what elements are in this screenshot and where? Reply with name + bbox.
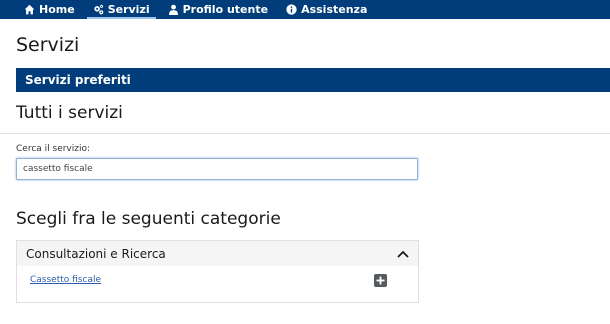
- service-link-cassetto-fiscale[interactable]: Cassetto fiscale: [30, 275, 101, 285]
- category-accordion: Consultazioni e Ricerca Cassetto fiscale: [16, 240, 419, 303]
- accordion-body: Cassetto fiscale: [17, 266, 418, 302]
- top-navigation-bar: Home Servizi Profilo utente Assistenza: [0, 0, 610, 19]
- favorites-label: Servizi preferiti: [25, 73, 131, 87]
- search-input[interactable]: [16, 158, 418, 180]
- nav-item-assistenza[interactable]: Assistenza: [276, 0, 375, 19]
- favorites-panel-header[interactable]: Servizi preferiti: [16, 68, 610, 92]
- categories-title: Scegli fra le seguenti categorie: [16, 209, 281, 229]
- chevron-up-icon[interactable]: [397, 250, 409, 258]
- info-icon: [286, 4, 297, 15]
- nav-item-label: Home: [39, 3, 75, 16]
- accordion-header-consultazioni[interactable]: Consultazioni e Ricerca: [17, 241, 418, 266]
- gears-icon: [94, 4, 103, 15]
- user-icon: [168, 4, 178, 15]
- nav-item-profilo-utente[interactable]: Profilo utente: [158, 0, 276, 19]
- search-label: Cerca il servizio:: [16, 144, 91, 154]
- section-divider: [0, 133, 610, 134]
- nav-item-home[interactable]: Home: [0, 0, 83, 19]
- add-to-favorites-button[interactable]: [374, 274, 387, 287]
- nav-item-servizi[interactable]: Servizi: [83, 0, 158, 19]
- nav-item-label: Servizi: [107, 3, 150, 16]
- accordion-header-label: Consultazioni e Ricerca: [26, 246, 166, 261]
- nav-item-label: Profilo utente: [182, 3, 269, 16]
- plus-icon: [376, 276, 385, 285]
- page-title: Servizi: [16, 34, 80, 56]
- all-services-title: Tutti i servizi: [16, 103, 123, 123]
- nav-item-label: Assistenza: [301, 3, 368, 16]
- home-icon: [24, 4, 35, 15]
